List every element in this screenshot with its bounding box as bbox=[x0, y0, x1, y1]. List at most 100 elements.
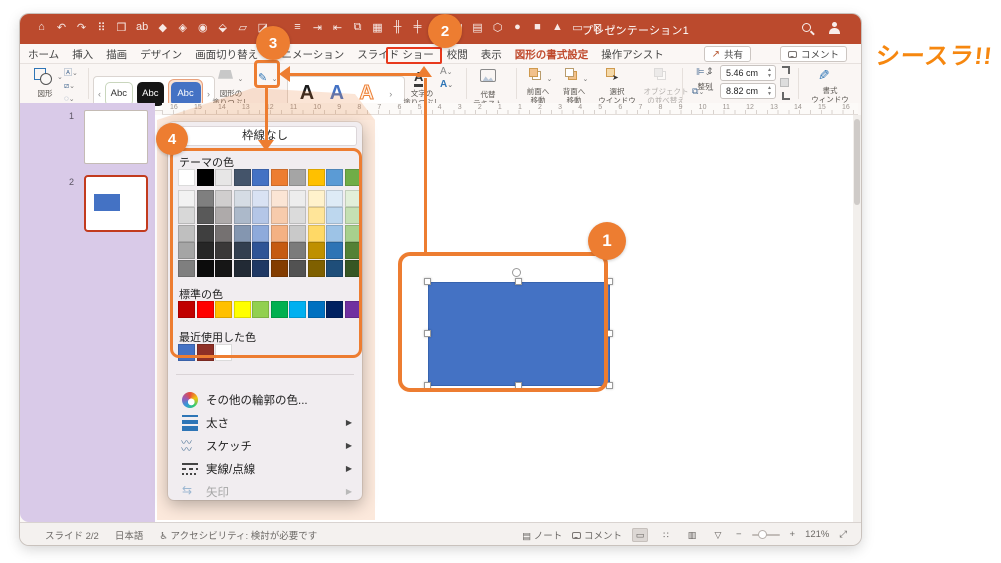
sketch-icon bbox=[182, 438, 198, 454]
accessibility-status[interactable]: ♿ アクセシビリティ: 検討が必要です bbox=[159, 528, 317, 542]
zoom-out-button[interactable]: − bbox=[736, 529, 742, 540]
chevron-down-icon: ⌄ bbox=[546, 76, 552, 83]
shape-style-option-3[interactable]: Abc bbox=[171, 82, 201, 106]
wordart-next-button[interactable]: › bbox=[389, 89, 392, 99]
glyph-icon: 9 bbox=[679, 103, 683, 113]
text-outline-icon[interactable]: A⌄ bbox=[440, 66, 453, 77]
glyph-icon: ≡ bbox=[292, 21, 303, 34]
zoom-percentage[interactable]: 121% bbox=[805, 529, 829, 540]
width-icon: ⇔ bbox=[706, 84, 715, 94]
site-logo: シースラ!! bbox=[874, 36, 994, 71]
accessibility-icon: ♿ bbox=[159, 531, 168, 542]
selection-pane-button[interactable]: ➤ 選択 ウインドウ bbox=[598, 68, 637, 105]
merge-shapes-icon[interactable]: ◌⌄ bbox=[64, 94, 78, 103]
annotation-arrow-left bbox=[279, 66, 290, 82]
comment-icon bbox=[572, 532, 581, 539]
tab-描画[interactable]: 描画 bbox=[106, 47, 127, 62]
menu-item[interactable]: 太さ▶ bbox=[172, 411, 358, 434]
tab-校閲[interactable]: 校閲 bbox=[447, 47, 468, 62]
menu-item-label: その他の輪郭の色... bbox=[206, 392, 344, 408]
glyph-icon: ▱ bbox=[237, 21, 248, 34]
send-back-button[interactable]: ⌄ 背面へ 移動 bbox=[560, 68, 591, 105]
chevron-down-icon: ⌄ bbox=[237, 76, 243, 83]
shape-style-option-2[interactable]: Abc bbox=[137, 82, 164, 106]
account-icon[interactable] bbox=[828, 22, 840, 34]
glyph-icon: ◉ bbox=[197, 21, 208, 34]
glyph-icon: 16 bbox=[842, 103, 850, 113]
menu-item[interactable]: スケッチ▶ bbox=[172, 434, 358, 457]
comments-toggle-button[interactable]: コメント bbox=[572, 528, 622, 542]
glyph-icon: ⇥ bbox=[312, 21, 323, 34]
glyph-icon: ⧉ bbox=[352, 21, 363, 34]
glyph-icon: ⠿ bbox=[96, 21, 107, 34]
glyph-icon: ▤ bbox=[472, 21, 483, 34]
search-icon[interactable] bbox=[802, 23, 811, 32]
normal-view-button[interactable]: ▭ bbox=[632, 528, 648, 542]
glyph-icon: 12 bbox=[746, 103, 754, 113]
annotation-box-shape bbox=[398, 252, 608, 392]
gallery-prev-button[interactable]: ‹ bbox=[98, 89, 101, 99]
shape-tools-column[interactable]: 🄰⌄ ⧄⌄ ◌⌄ bbox=[64, 67, 78, 103]
glyph-icon: 8 bbox=[659, 103, 663, 113]
submenu-arrow-icon: ▶ bbox=[346, 487, 352, 496]
wordart-style-3[interactable]: A bbox=[359, 82, 373, 105]
stepper-arrows[interactable]: ▲▼ bbox=[767, 67, 772, 79]
format-pane-button[interactable]: ✎ 書式 ウィンドウ bbox=[810, 67, 850, 104]
crop-mark-icon bbox=[782, 66, 790, 74]
menu-item-label: 矢印 bbox=[206, 484, 338, 500]
share-button[interactable]: ↗ 共有 bbox=[704, 46, 751, 62]
scrollbar-thumb[interactable] bbox=[854, 119, 860, 205]
tab-画面切り替え[interactable]: 画面切り替え bbox=[195, 47, 258, 62]
notes-button[interactable]: ▤ ノート bbox=[522, 528, 562, 542]
chevron-down-icon: ⌄ bbox=[57, 73, 63, 81]
tab-デザイン[interactable]: デザイン bbox=[140, 47, 182, 62]
glyph-icon: ⇤ bbox=[332, 21, 343, 34]
lines-icon[interactable]: ⧄⌄ bbox=[64, 81, 78, 91]
comments-button[interactable]: コメント bbox=[780, 46, 847, 62]
glyph-icon: ■ bbox=[532, 21, 543, 34]
bring-front-button[interactable]: ⌄ 前面へ 移動 bbox=[524, 68, 555, 105]
glyph-icon: ⌂ bbox=[36, 21, 47, 34]
zoom-slider-knob[interactable] bbox=[758, 530, 767, 539]
slide-counter[interactable]: スライド 2/2 bbox=[45, 528, 99, 542]
outline-menu-items: その他の輪郭の色... 太さ▶スケッチ▶実線/点線▶ 矢印 ▶ bbox=[172, 388, 358, 503]
tab-図形の書式設定[interactable]: 図形の書式設定 bbox=[515, 47, 589, 62]
glyph-icon: ❒ bbox=[116, 21, 127, 34]
glyph-icon: 5 bbox=[418, 103, 422, 113]
slide-sorter-view-button[interactable]: ∷ bbox=[658, 528, 674, 542]
glyph-icon: 5 bbox=[598, 103, 602, 113]
text-effects-column: A⌄ A⌄ bbox=[440, 66, 453, 90]
glyph-icon: 7 bbox=[638, 103, 642, 113]
stepper-arrows[interactable]: ▲▼ bbox=[767, 85, 772, 97]
reading-view-button[interactable]: ▥ bbox=[684, 528, 700, 542]
text-effects-icon[interactable]: A⌄ bbox=[440, 79, 453, 90]
slide-thumbnail-2-selected[interactable] bbox=[84, 175, 148, 232]
glyph-icon: 14 bbox=[794, 103, 802, 113]
shape-width-input[interactable]: 8.82 cm▲▼ bbox=[720, 83, 776, 99]
tab-操作アシスト[interactable]: 操作アシスト bbox=[601, 47, 664, 62]
shape-style-option-1[interactable]: Abc bbox=[105, 82, 133, 106]
tab-表示[interactable]: 表示 bbox=[481, 47, 502, 62]
align-icon: ⊫ bbox=[696, 67, 705, 78]
tab-ホーム[interactable]: ホーム bbox=[28, 47, 59, 62]
ribbon-tabs: ホーム挿入描画デザイン画面切り替えアニメーションスライド ショー校閲表示図形の書… bbox=[28, 44, 664, 64]
glyph-icon: 4 bbox=[438, 103, 442, 113]
glyph-icon: ab bbox=[136, 21, 148, 34]
lock-ratio-checkbox[interactable] bbox=[780, 78, 789, 87]
menu-item[interactable]: その他の輪郭の色... bbox=[172, 388, 358, 411]
language-indicator[interactable]: 日本語 bbox=[115, 528, 144, 542]
slideshow-button[interactable]: ▽ bbox=[710, 528, 726, 542]
group-icon[interactable]: ⧉⌄ bbox=[692, 86, 704, 97]
slide-thumbnail-1[interactable] bbox=[84, 110, 148, 164]
tab-挿入[interactable]: 挿入 bbox=[72, 47, 93, 62]
quick-access-icons[interactable]: ⌂↶↷⠿❒ab◆◈◉⬙▱◪ bbox=[36, 21, 268, 34]
fit-to-window-icon[interactable]: ⤢ bbox=[839, 529, 847, 540]
menu-item[interactable]: 実線/点線▶ bbox=[172, 457, 358, 480]
glyph-icon: 13 bbox=[770, 103, 778, 113]
share-icon: ↗ bbox=[712, 49, 720, 60]
zoom-slider[interactable] bbox=[752, 534, 780, 536]
shape-height-input[interactable]: 5.46 cm▲▼ bbox=[720, 65, 776, 81]
vertical-scrollbar[interactable] bbox=[853, 115, 861, 522]
text-box-icon[interactable]: 🄰⌄ bbox=[64, 67, 78, 78]
zoom-in-button[interactable]: + bbox=[790, 529, 796, 540]
